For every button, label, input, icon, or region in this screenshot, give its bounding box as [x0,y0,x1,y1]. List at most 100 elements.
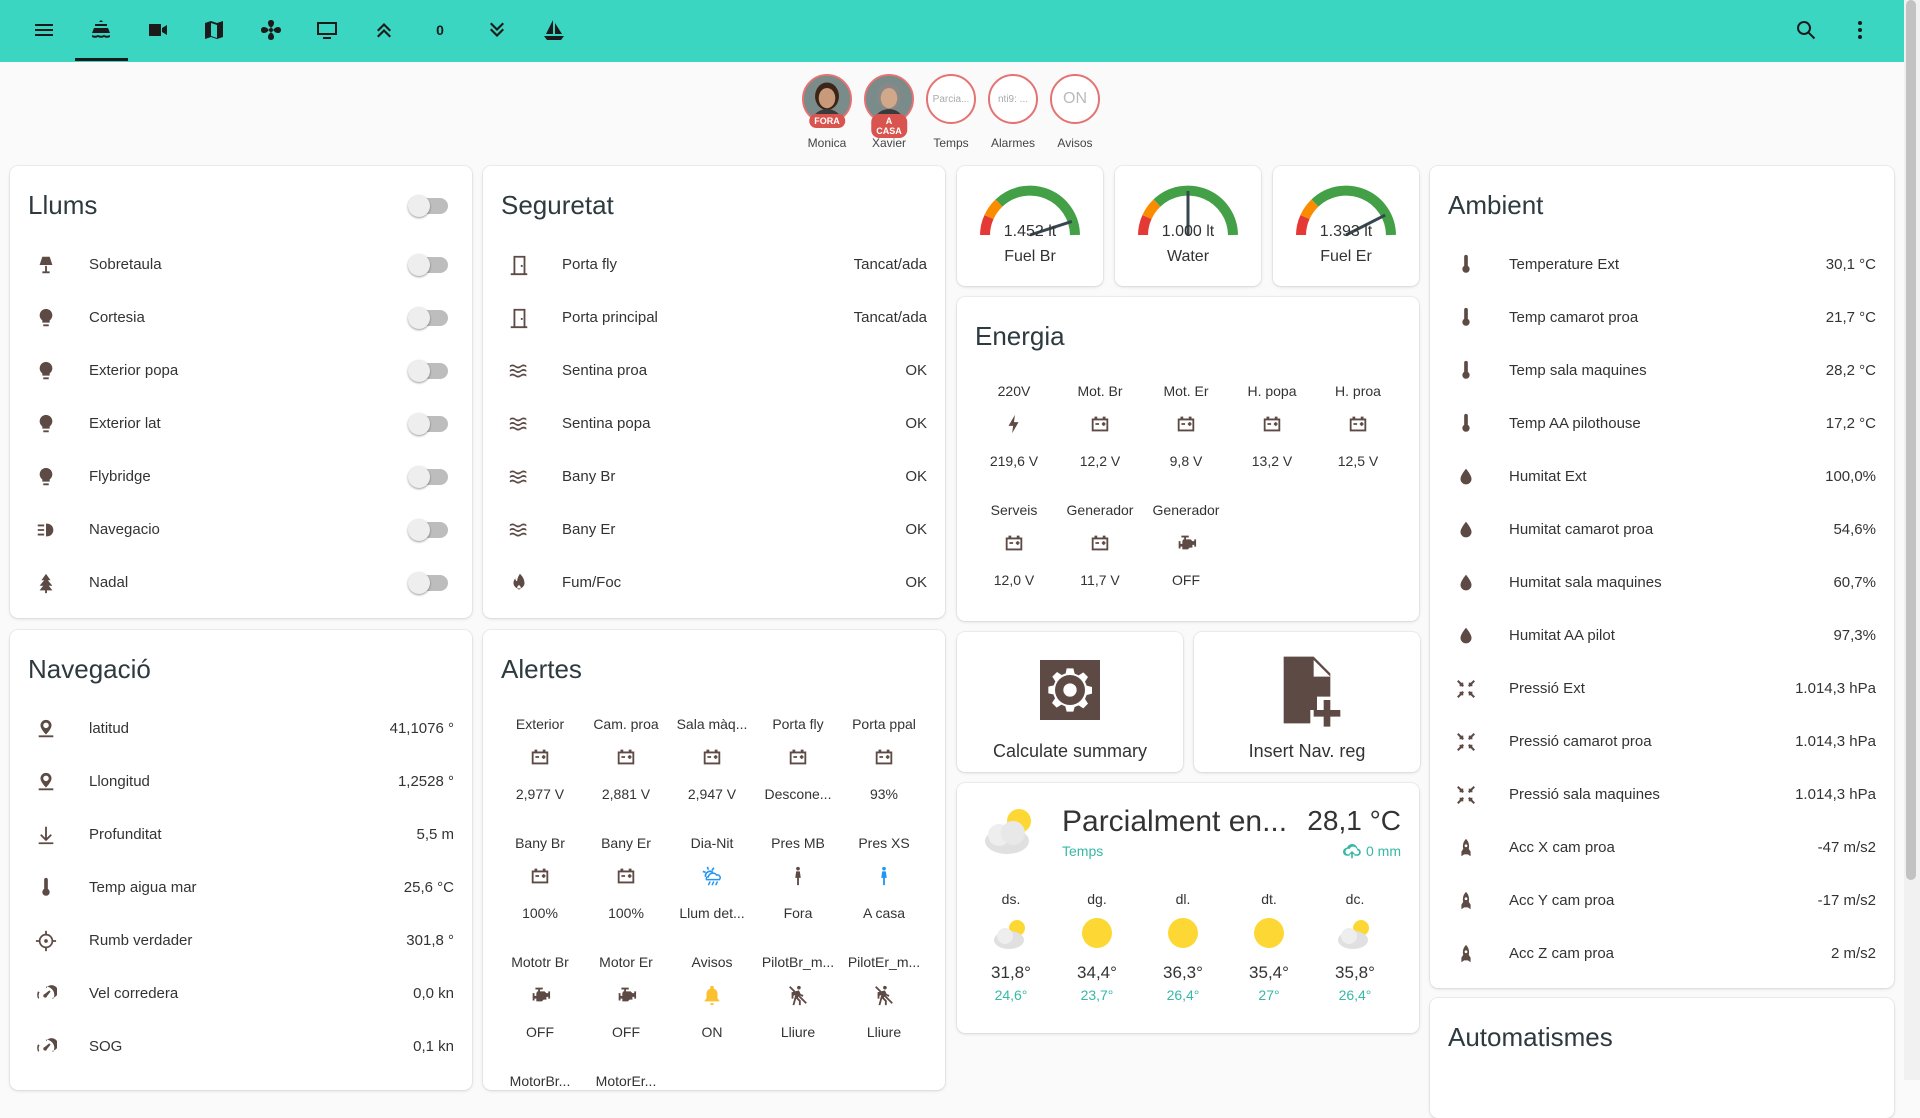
chevron-double-down-icon[interactable] [477,10,517,50]
zero-tab[interactable]: 0 [420,10,460,50]
row-exterior-popa[interactable]: Exterior popa [10,344,472,397]
row-navegacio[interactable]: Navegacio [10,503,472,556]
row-acc-y-cam-proa[interactable]: Acc Y cam proa -17 m/s2 [1430,874,1894,927]
grid-cell-motorer-[interactable]: MotorEr... [583,1073,669,1089]
toggle-switch[interactable] [408,306,448,329]
row-latitud[interactable]: latitud 41,1076 ° [10,702,472,755]
toggle-switch[interactable] [408,412,448,435]
insert-nav-reg-button[interactable]: Insert Nav. reg [1194,632,1420,772]
gauge-water[interactable]: 1.000 lt Water [1115,166,1261,286]
row-porta-fly[interactable]: Porta fly Tancat/ada [483,238,945,291]
battery-icon [1143,413,1229,437]
row-pressi-sala-maquines[interactable]: Pressió sala maquines 1.014,3 hPa [1430,768,1894,821]
row-temp-camarot-proa[interactable]: Temp camarot proa 21,7 °C [1430,291,1894,344]
cell-label: Bany Er [601,835,651,851]
grid-cell-mot-er[interactable]: Mot. Er 9,8 V [1143,383,1229,469]
row-temp-aa-pilothouse[interactable]: Temp AA pilothouse 17,2 °C [1430,397,1894,450]
row-bany-br[interactable]: Bany Br OK [483,450,945,503]
more-vert-icon[interactable] [1840,10,1880,50]
row-bany-er[interactable]: Bany Er OK [483,503,945,556]
grid-cell-piloter-m-[interactable]: PilotEr_m... Lliure [841,954,927,1040]
row-acc-z-cam-proa[interactable]: Acc Z cam proa 2 m/s2 [1430,927,1894,980]
master-toggle[interactable] [408,195,448,217]
menu-icon[interactable] [24,10,64,50]
row-sentina-proa[interactable]: Sentina proa OK [483,344,945,397]
grid-cell-pres-mb[interactable]: Pres MB Fora [755,835,841,921]
row-rumb-verdader[interactable]: Rumb verdader 301,8 ° [10,914,472,967]
grid-cell-serveis[interactable]: Serveis 12,0 V [971,502,1057,588]
row-acc-x-cam-proa[interactable]: Acc X cam proa -47 m/s2 [1430,821,1894,874]
row-pressi-ext[interactable]: Pressió Ext 1.014,3 hPa [1430,662,1894,715]
grid-cell-exterior[interactable]: Exterior 2,977 V [497,716,583,802]
grid-cell-h-popa[interactable]: H. popa 13,2 V [1229,383,1315,469]
row-humitat-ext[interactable]: Humitat Ext 100,0% [1430,450,1894,503]
grid-cell-cam-proa[interactable]: Cam. proa 2,881 V [583,716,669,802]
grid-cell-mot-br[interactable]: Mot. Br 12,2 V [1057,383,1143,469]
grid-cell-motorbr-[interactable]: MotorBr... [497,1073,583,1089]
badge-monica[interactable]: FORA Monica [796,74,858,150]
cell-value: 100% [608,905,644,921]
badge-temps[interactable]: Parcia... Temps [920,74,982,150]
row-vel-corredera[interactable]: Vel corredera 0,0 kn [10,967,472,1020]
search-icon[interactable] [1786,10,1826,50]
grid-cell-bany-er[interactable]: Bany Er 100% [583,835,669,921]
grid-cell-generador[interactable]: Generador 11,7 V [1057,502,1143,588]
row-exterior-lat[interactable]: Exterior lat [10,397,472,450]
grid-cell-pres-xs[interactable]: Pres XS A casa [841,835,927,921]
grid-cell-bany-br[interactable]: Bany Br 100% [497,835,583,921]
sailboat-icon[interactable] [534,10,574,50]
map-icon[interactable] [194,10,234,50]
forecast-high: 35,4° [1249,963,1289,982]
scrollbar-thumb[interactable] [1906,0,1916,880]
toggle-switch[interactable] [408,465,448,488]
row-pressi-camarot-proa[interactable]: Pressió camarot proa 1.014,3 hPa [1430,715,1894,768]
cell-value: 2,977 V [515,786,565,802]
fan-icon[interactable] [251,10,291,50]
row-temperature-ext[interactable]: Temperature Ext 30,1 °C [1430,238,1894,291]
grid-cell-generador[interactable]: Generador OFF [1143,502,1229,588]
calculate-summary-button[interactable]: Calculate summary [957,632,1183,772]
row-cortesia[interactable]: Cortesia [10,291,472,344]
grid-cell-220v[interactable]: 220V 219,6 V [971,383,1057,469]
row-humitat-aa-pilot[interactable]: Humitat AA pilot 97,3% [1430,609,1894,662]
scrollbar[interactable] [1904,0,1920,1080]
row-value: Tancat/ada [853,256,927,273]
grid-cell-porta-ppal[interactable]: Porta ppal 93% [841,716,927,802]
video-icon[interactable] [138,10,178,50]
toggle-switch[interactable] [408,253,448,276]
row-flybridge[interactable]: Flybridge [10,450,472,503]
badge-alarmes[interactable]: nti9: ... Alarmes [982,74,1044,150]
row-sobretaula[interactable]: Sobretaula [10,238,472,291]
row-llongitud[interactable]: Llongitud 1,2528 ° [10,755,472,808]
row-fum-foc[interactable]: Fum/Foc OK [483,556,945,609]
row-profunditat[interactable]: Profunditat 5,5 m [10,808,472,861]
weather-card[interactable]: Parcialment en... Temps 28,1 °C 0 mm ds.… [957,783,1419,1033]
chevron-double-up-icon[interactable] [364,10,404,50]
grid-cell-dia-nit[interactable]: Dia-Nit Llum det... [669,835,755,921]
grid-cell-motor-er[interactable]: Motor Er OFF [583,954,669,1040]
row-porta-principal[interactable]: Porta principal Tancat/ada [483,291,945,344]
badge-avisos[interactable]: ON Avisos [1044,74,1106,150]
row-humitat-camarot-proa[interactable]: Humitat camarot proa 54,6% [1430,503,1894,556]
badge-xavier[interactable]: A CASA Xavier [858,74,920,150]
row-temp-aigua-mar[interactable]: Temp aigua mar 25,6 °C [10,861,472,914]
grid-cell-porta-fly[interactable]: Porta fly Descone... [755,716,841,802]
gauge-fuel-er[interactable]: 1.393 lt Fuel Er [1273,166,1419,286]
grid-cell-mototr-br[interactable]: Mototr Br OFF [497,954,583,1040]
row-sog[interactable]: SOG 0,1 kn [10,1020,472,1073]
grid-cell-sala-m-q-[interactable]: Sala màq... 2,947 V [669,716,755,802]
row-nadal[interactable]: Nadal [10,556,472,609]
toggle-switch[interactable] [408,359,448,382]
toggle-switch[interactable] [408,571,448,594]
row-sentina-popa[interactable]: Sentina popa OK [483,397,945,450]
row-humitat-sala-maquines[interactable]: Humitat sala maquines 60,7% [1430,556,1894,609]
grid-cell-avisos[interactable]: Avisos ON [669,954,755,1040]
grid-cell-pilotbr-m-[interactable]: PilotBr_m... Lliure [755,954,841,1040]
toggle-switch[interactable] [408,518,448,541]
row-temp-sala-maquines[interactable]: Temp sala maquines 28,2 °C [1430,344,1894,397]
grid-cell-h-proa[interactable]: H. proa 12,5 V [1315,383,1401,469]
monitor-icon[interactable] [307,10,347,50]
gauge-fuel-br[interactable]: 1.452 lt Fuel Br [957,166,1103,286]
ship-icon[interactable] [81,10,121,50]
forecast-high: 34,4° [1077,963,1117,982]
